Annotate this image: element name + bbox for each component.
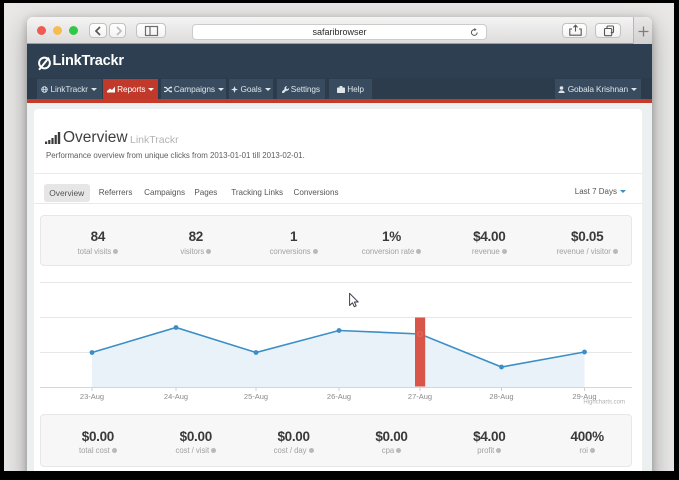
svg-text:26-Aug: 26-Aug [327, 392, 351, 401]
svg-text:23-Aug: 23-Aug [80, 392, 104, 401]
svg-text:24-Aug: 24-Aug [164, 392, 188, 401]
svg-text:27-Aug: 27-Aug [408, 392, 432, 401]
svg-text:Highcharts.com: Highcharts.com [583, 399, 625, 405]
svg-text:25-Aug: 25-Aug [244, 392, 268, 401]
svg-text:28-Aug: 28-Aug [489, 392, 513, 401]
